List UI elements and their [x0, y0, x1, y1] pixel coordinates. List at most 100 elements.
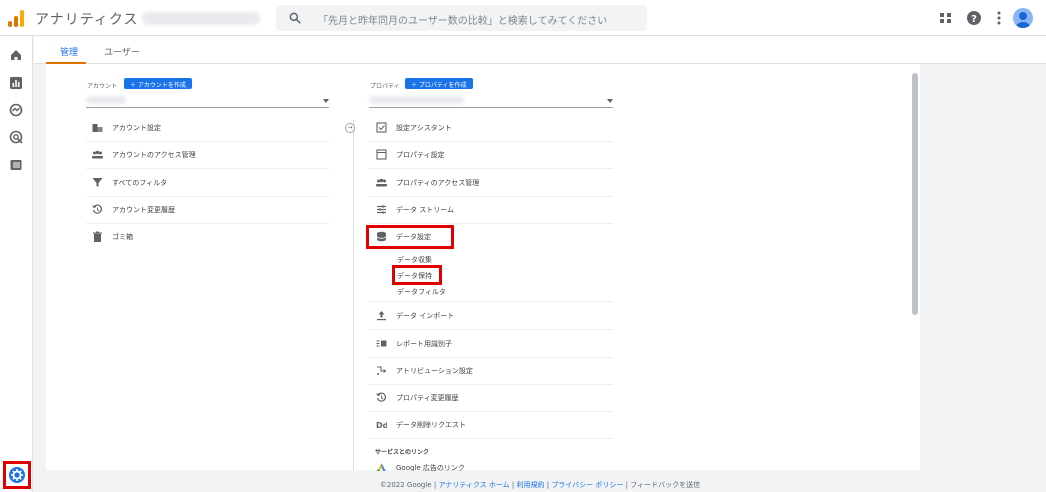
attribution-settings-label: アトリビューション設定 — [396, 367, 473, 375]
row-divider — [369, 168, 613, 169]
trash-icon — [93, 231, 102, 242]
row-divider — [86, 168, 329, 169]
attribution-settings-item[interactable]: アトリビューション設定 — [376, 364, 616, 378]
analytics-logo-icon[interactable] — [8, 9, 26, 27]
gear-icon — [9, 467, 25, 483]
footer: ©2022 Google | アナリティクス ホーム | 利用規約 | プライバ… — [379, 481, 701, 489]
create-account-button[interactable]: ＋ アカウントを作成 — [124, 78, 192, 89]
data-settings-highlight — [366, 225, 454, 249]
data-streams-label: データ ストリーム — [396, 206, 455, 214]
row-divider — [86, 223, 329, 224]
property-column-label: プロパティ — [370, 83, 400, 90]
data-collection-link[interactable]: データ収集 — [397, 255, 432, 265]
home-icon[interactable] — [9, 48, 23, 62]
chevron-down-icon[interactable] — [323, 99, 329, 103]
row-divider — [369, 223, 613, 224]
left-nav-rail — [0, 36, 33, 492]
property-history-label: プロパティ変更履歴 — [396, 394, 459, 402]
row-divider — [369, 411, 613, 412]
tab-bar: 管理 ユーザー — [34, 36, 1046, 64]
apps-grid-icon[interactable] — [938, 10, 954, 26]
data-streams-item[interactable]: データ ストリーム — [376, 203, 616, 217]
account-access-item[interactable]: アカウントのアクセス管理 — [92, 148, 332, 162]
more-vert-icon[interactable] — [991, 10, 1007, 26]
property-history-item[interactable]: プロパティ変更履歴 — [376, 391, 616, 405]
scrollbar[interactable] — [912, 73, 918, 315]
google-ads-icon — [376, 463, 386, 471]
data-deletion-label: データ削除リクエスト — [396, 421, 466, 429]
analytics-home-link[interactable]: アナリティクス ホーム — [438, 481, 509, 489]
account-settings-item[interactable]: アカウント設定 — [92, 121, 332, 135]
identity-icon — [376, 340, 387, 347]
reports-icon[interactable] — [9, 76, 23, 90]
user-avatar-icon — [1016, 12, 1030, 28]
admin-settings-button[interactable] — [3, 461, 31, 489]
svg-text:Dd: Dd — [376, 421, 387, 430]
row-divider — [86, 196, 329, 197]
trash-item[interactable]: ゴミ箱 — [92, 230, 332, 244]
terms-link[interactable]: 利用規約 — [517, 481, 545, 489]
people-icon — [92, 150, 103, 159]
data-import-item[interactable]: データ インポート — [376, 309, 616, 323]
reporting-identity-label: レポート用識別子 — [396, 340, 452, 348]
row-divider — [369, 141, 613, 142]
property-settings-label: プロパティ設定 — [396, 151, 445, 159]
history-icon — [376, 392, 386, 402]
setup-assistant-item[interactable]: 設定アシスタント — [376, 121, 616, 135]
checkbox-icon — [376, 122, 387, 133]
google-ads-link-item[interactable]: Google 広告のリンク — [376, 461, 616, 471]
reporting-identity-item[interactable]: レポート用識別子 — [376, 337, 616, 351]
search-input[interactable]: 「先月と昨年同月のユーザー数の比較」と検索してみてください — [276, 5, 647, 31]
product-links-heading: サービスとのリンク — [375, 449, 429, 456]
account-history-item[interactable]: アカウント変更履歴 — [92, 203, 332, 217]
tab-user[interactable]: ユーザー — [104, 45, 140, 58]
copyright-text: ©2022 Google — [379, 481, 432, 489]
arrow-right-icon[interactable]: → — [345, 123, 355, 133]
filter-icon — [92, 178, 103, 187]
property-select[interactable] — [369, 107, 613, 108]
row-divider — [369, 384, 613, 385]
account-select-value — [86, 96, 126, 104]
google-ads-link-label: Google 広告のリンク — [396, 464, 465, 471]
explore-icon[interactable] — [9, 103, 23, 117]
all-filters-item[interactable]: すべてのフィルタ — [92, 176, 332, 190]
property-access-label: プロパティのアクセス管理 — [396, 179, 480, 187]
privacy-link[interactable]: プライバシー ポリシー — [551, 481, 623, 489]
create-account-label: アカウントを作成 — [137, 82, 186, 89]
property-access-item[interactable]: プロパティのアクセス管理 — [376, 176, 616, 190]
dd-icon: Dd — [376, 421, 387, 430]
setup-assistant-label: 設定アシスタント — [396, 124, 452, 132]
data-retention-highlight — [392, 265, 442, 285]
search-placeholder: 「先月と昨年同月のユーザー数の比較」と検索してみてください — [318, 16, 608, 27]
configure-list-icon[interactable] — [9, 158, 23, 172]
avatar[interactable] — [1013, 8, 1033, 28]
tab-admin[interactable]: 管理 — [60, 45, 78, 58]
streams-icon — [377, 205, 386, 214]
property-settings-item[interactable]: プロパティ設定 — [376, 148, 616, 162]
row-divider — [369, 301, 613, 302]
window-icon — [376, 149, 387, 160]
account-name-redacted[interactable] — [142, 12, 260, 25]
chevron-down-icon[interactable] — [607, 99, 613, 103]
account-settings-label: アカウント設定 — [112, 124, 161, 132]
data-import-label: データ インポート — [396, 312, 455, 320]
data-filters-link[interactable]: データフィルタ — [397, 287, 446, 297]
column-divider — [353, 120, 354, 470]
people-icon — [376, 178, 387, 187]
account-select[interactable] — [86, 107, 329, 108]
row-divider — [86, 141, 329, 142]
row-divider — [369, 196, 613, 197]
top-bar: アナリティクス 「先月と昨年同月のユーザー数の比較」と検索してみてください ? — [0, 0, 1046, 36]
account-history-label: アカウント変更履歴 — [112, 206, 175, 214]
help-icon[interactable]: ? — [966, 10, 982, 26]
data-deletion-item[interactable]: Dd データ削除リクエスト — [376, 418, 616, 432]
app-title: アナリティクス — [35, 12, 139, 28]
row-divider — [369, 438, 613, 439]
send-feedback-link[interactable]: フィードバックを送信 — [630, 481, 700, 489]
create-property-button[interactable]: ＋ プロパティを作成 — [405, 78, 473, 89]
row-divider — [369, 357, 613, 358]
search-icon — [289, 12, 301, 24]
advertising-icon[interactable] — [9, 130, 23, 144]
create-property-label: プロパティを作成 — [418, 82, 467, 89]
property-select-value — [369, 96, 464, 104]
